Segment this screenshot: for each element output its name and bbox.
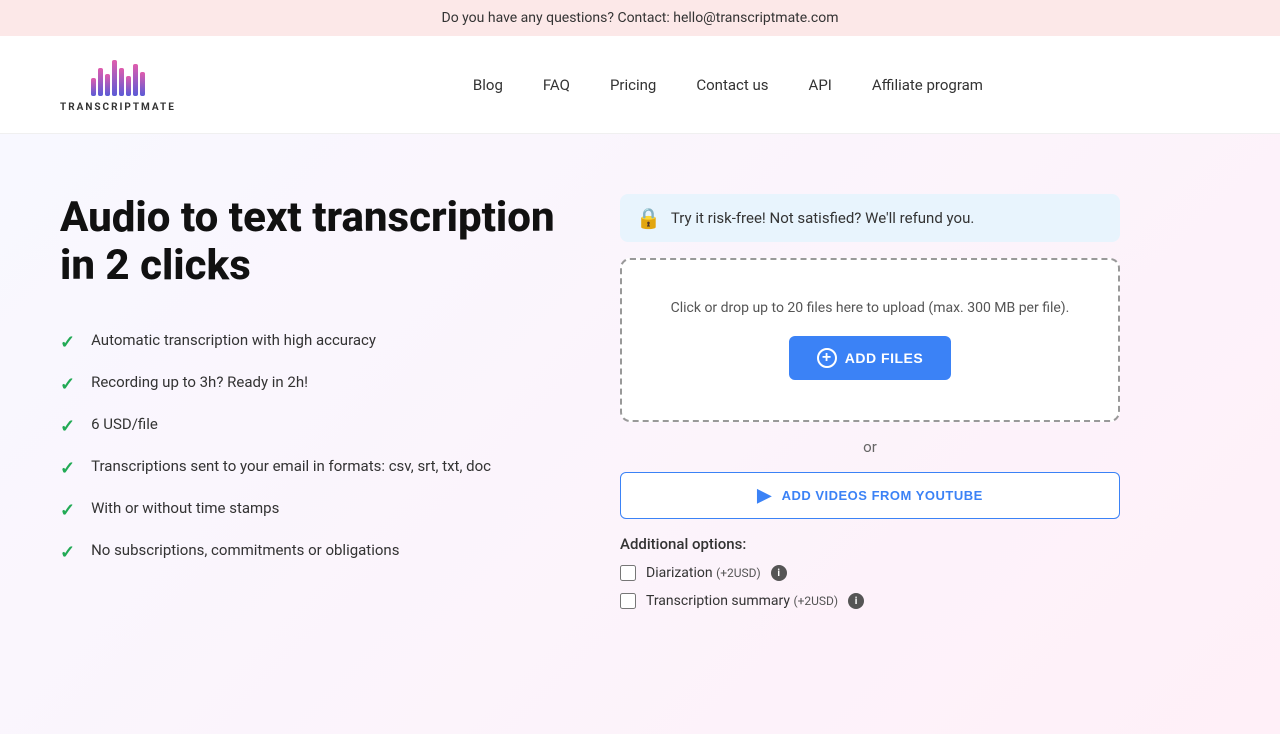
nav-contact[interactable]: Contact us: [696, 76, 768, 94]
summary-checkbox[interactable]: [620, 593, 636, 609]
additional-options: Additional options: Diarization (+2USD) …: [620, 535, 1120, 609]
add-youtube-button[interactable]: ▶ ADD VIDEOS FROM YOUTUBE: [620, 472, 1120, 519]
diarization-price: (+2USD): [716, 566, 761, 580]
feature-list: ✓ Automatic transcription with high accu…: [60, 331, 580, 563]
feature-text: Recording up to 3h? Ready in 2h!: [91, 373, 308, 391]
youtube-label: ADD VIDEOS FROM YOUTUBE: [782, 488, 983, 503]
upload-zone[interactable]: Click or drop up to 20 files here to upl…: [620, 258, 1120, 422]
check-icon: ✓: [60, 458, 75, 479]
lock-icon: 🔒: [636, 206, 661, 230]
add-files-label: ADD FILES: [845, 350, 923, 366]
risk-free-text: Try it risk-free! Not satisfied? We'll r…: [671, 209, 974, 227]
top-banner: Do you have any questions? Contact: hell…: [0, 0, 1280, 36]
list-item: ✓ Automatic transcription with high accu…: [60, 331, 580, 353]
list-item: ✓ Recording up to 3h? Ready in 2h!: [60, 373, 580, 395]
main-nav: Blog FAQ Pricing Contact us API Affiliat…: [236, 76, 1220, 94]
banner-text: Do you have any questions? Contact: hell…: [442, 10, 839, 26]
logo-icon: [91, 56, 145, 96]
list-item: ✓ 6 USD/file: [60, 415, 580, 437]
add-files-button[interactable]: + ADD FILES: [789, 336, 951, 380]
nav-blog[interactable]: Blog: [473, 76, 503, 94]
hero-title: Audio to text transcription in 2 clicks: [60, 194, 580, 291]
check-icon: ✓: [60, 374, 75, 395]
plus-icon: +: [817, 348, 837, 368]
diarization-label[interactable]: Diarization (+2USD): [646, 565, 761, 581]
summary-info-icon[interactable]: i: [848, 593, 864, 609]
logo-link[interactable]: TRANSCRIPTMATE: [60, 56, 176, 113]
check-icon: ✓: [60, 500, 75, 521]
nav-pricing[interactable]: Pricing: [610, 76, 656, 94]
upload-section: 🔒 Try it risk-free! Not satisfied? We'll…: [620, 194, 1120, 694]
risk-free-banner: 🔒 Try it risk-free! Not satisfied? We'll…: [620, 194, 1120, 242]
main-content: Audio to text transcription in 2 clicks …: [0, 134, 1280, 734]
feature-text: With or without time stamps: [91, 499, 279, 517]
youtube-icon: ▶: [757, 485, 771, 506]
nav-faq[interactable]: FAQ: [543, 76, 570, 94]
hero-section: Audio to text transcription in 2 clicks …: [60, 194, 580, 694]
list-item: ✓ No subscriptions, commitments or oblig…: [60, 541, 580, 563]
diarization-option: Diarization (+2USD) i: [620, 565, 1120, 581]
nav-api[interactable]: API: [809, 76, 832, 94]
summary-label[interactable]: Transcription summary (+2USD): [646, 593, 838, 609]
feature-text: No subscriptions, commitments or obligat…: [91, 541, 399, 559]
list-item: ✓ With or without time stamps: [60, 499, 580, 521]
logo-text: TRANSCRIPTMATE: [60, 102, 176, 113]
feature-text: Transcriptions sent to your email in for…: [91, 457, 491, 475]
diarization-info-icon[interactable]: i: [771, 565, 787, 581]
upload-hint: Click or drop up to 20 files here to upl…: [671, 300, 1070, 316]
or-divider: or: [620, 438, 1120, 456]
feature-text: 6 USD/file: [91, 415, 158, 433]
check-icon: ✓: [60, 542, 75, 563]
summary-option: Transcription summary (+2USD) i: [620, 593, 1120, 609]
additional-options-label: Additional options:: [620, 535, 1120, 553]
header: TRANSCRIPTMATE Blog FAQ Pricing Contact …: [0, 36, 1280, 134]
feature-text: Automatic transcription with high accura…: [91, 331, 376, 349]
diarization-checkbox[interactable]: [620, 565, 636, 581]
or-text: or: [863, 438, 877, 456]
check-icon: ✓: [60, 416, 75, 437]
nav-affiliate[interactable]: Affiliate program: [872, 76, 983, 94]
check-icon: ✓: [60, 332, 75, 353]
summary-price: (+2USD): [793, 594, 838, 608]
list-item: ✓ Transcriptions sent to your email in f…: [60, 457, 580, 479]
